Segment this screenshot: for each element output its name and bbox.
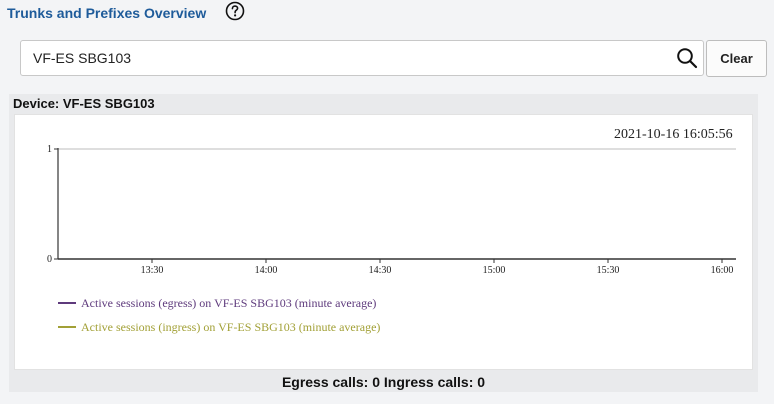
legend-label-ingress: Active sessions (ingress) on VF-ES SBG10… (81, 319, 381, 334)
clear-button[interactable]: Clear (706, 40, 767, 77)
legend-item-ingress[interactable]: Active sessions (ingress) on VF-ES SBG10… (58, 315, 380, 339)
line-chart: 0 1 13:30 14:00 14:30 15:00 15:30 16:00 (47, 144, 736, 276)
y-tick-label: 1 (47, 144, 52, 155)
x-tick-label: 14:00 (255, 265, 278, 276)
search-input[interactable] (20, 40, 704, 76)
search-icon[interactable] (676, 47, 698, 69)
legend-swatch-ingress (58, 326, 76, 328)
device-title: Device: VF-ES SBG103 (13, 96, 155, 111)
x-tick-label: 16:00 (711, 265, 734, 276)
x-tick-label: 14:30 (369, 265, 392, 276)
legend-label-egress: Active sessions (egress) on VF-ES SBG103… (81, 295, 377, 310)
legend-swatch-egress (58, 302, 76, 304)
x-tick-label: 15:30 (597, 265, 620, 276)
question-circle-icon[interactable] (225, 1, 245, 21)
call-summary: Egress calls: 0 Ingress calls: 0 (281, 374, 486, 390)
x-tick-label: 15:00 (483, 265, 506, 276)
page-title: Trunks and Prefixes Overview (7, 5, 207, 21)
y-tick-label: 0 (47, 254, 52, 265)
chart-legend: Active sessions (egress) on VF-ES SBG103… (58, 291, 380, 339)
x-tick-label: 13:30 (141, 265, 164, 276)
legend-item-egress[interactable]: Active sessions (egress) on VF-ES SBG103… (58, 291, 380, 315)
